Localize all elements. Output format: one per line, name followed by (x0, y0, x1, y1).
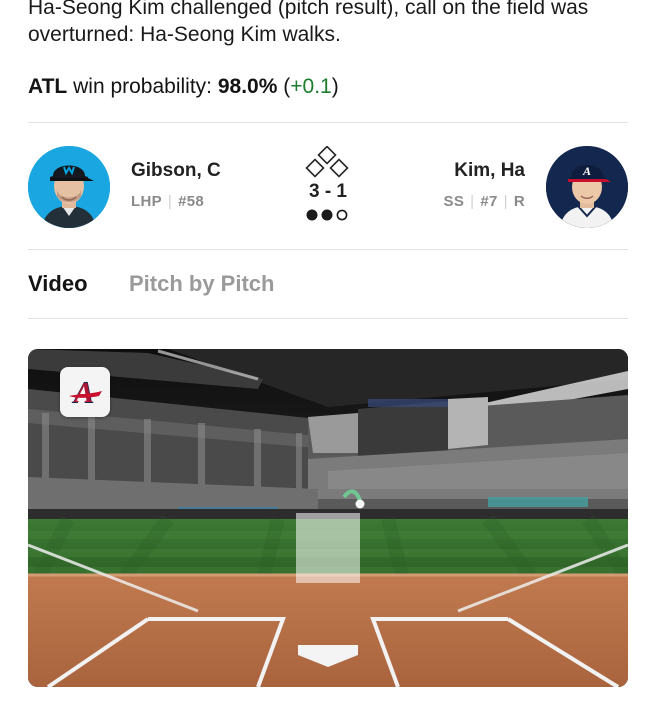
separator: | (503, 193, 508, 210)
pitcher-name[interactable]: Gibson, C (131, 160, 221, 182)
ball-strike-count: 3 - 1 (308, 181, 348, 202)
win-probability-change: (+0.1) (283, 75, 339, 98)
win-probability-value: 98.0% (217, 75, 278, 98)
win-probability-change-value: +0.1 (290, 75, 332, 98)
bases-icon (305, 146, 349, 178)
batter-name[interactable]: Kim, Ha (454, 160, 525, 182)
win-probability-team: ATL (28, 75, 68, 98)
batter-meta: SS | #7 | R (444, 193, 525, 210)
svg-text:A: A (582, 164, 591, 178)
batter-bats: R (513, 193, 525, 210)
win-probability: ATL win probability: 98.0% (+0.1) (28, 74, 339, 100)
divider (28, 122, 628, 123)
play-description: Ha-Seong Kim challenged (pitch result), … (28, 0, 589, 46)
pitcher-throws: LHP (131, 193, 162, 210)
separator: | (167, 193, 173, 210)
video-frame (28, 349, 628, 687)
batter-avatar[interactable]: A (546, 146, 628, 228)
divider (28, 318, 628, 319)
out-dot-filled (321, 209, 333, 221)
outs-indicator (306, 209, 348, 221)
tab-video[interactable]: Video (28, 271, 88, 297)
pitcher-meta: LHP | #58 (131, 193, 204, 210)
svg-text:A: A (73, 378, 94, 409)
braves-logo-icon: A A (60, 367, 110, 417)
pitch-ball (355, 499, 365, 509)
first-base-icon (329, 158, 349, 178)
second-base-icon (317, 146, 337, 165)
out-dot-filled (306, 209, 318, 221)
video-player[interactable]: A A (28, 349, 628, 687)
tab-pitch-by-pitch[interactable]: Pitch by Pitch (129, 271, 274, 297)
strike-zone (296, 513, 360, 583)
batter-number: #7 (480, 193, 498, 210)
third-base-icon (305, 158, 325, 178)
batter-position: SS (443, 193, 465, 210)
pitcher-avatar[interactable] (28, 146, 110, 228)
win-probability-label: win probability: (73, 75, 213, 98)
separator: | (470, 193, 475, 210)
pitcher-number: #58 (178, 193, 205, 210)
divider (28, 249, 628, 250)
out-dot-empty (336, 209, 348, 221)
